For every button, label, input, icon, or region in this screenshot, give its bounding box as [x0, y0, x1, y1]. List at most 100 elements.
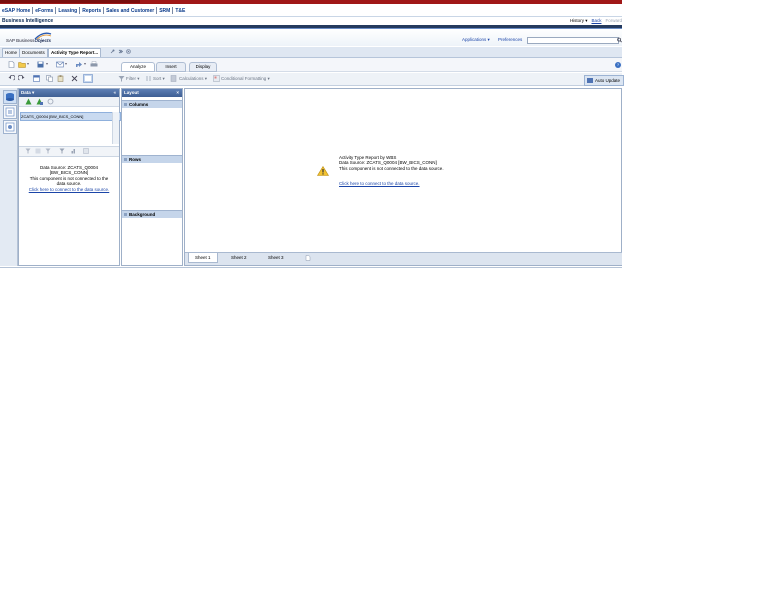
funnel-icon[interactable]: [45, 148, 51, 154]
history-bar: History ▾ Back Forward: [570, 18, 622, 24]
open-folder-icon[interactable]: [18, 61, 26, 68]
columns-section[interactable]: Columns: [122, 100, 182, 108]
undo-icon[interactable]: [8, 75, 15, 82]
sheet-tab-2[interactable]: Sheet 2: [231, 253, 247, 262]
properties-icon[interactable]: [83, 148, 89, 154]
tab-documents[interactable]: Documents: [19, 48, 48, 57]
conditional-formatting-button[interactable]: Conditional Formatting ▾: [221, 76, 270, 82]
footer-line: [0, 267, 622, 268]
close-icon[interactable]: [126, 49, 131, 54]
nav-reports[interactable]: Reports: [80, 8, 103, 14]
copy-icon[interactable]: [46, 75, 53, 82]
tab-activity-type-report[interactable]: Activity Type Report...: [48, 48, 102, 57]
add-data-source-icon[interactable]: [25, 98, 32, 105]
filter-button[interactable]: Filter ▾: [126, 76, 140, 82]
layout-panel: Layout × Columns Rows Background: [121, 88, 183, 266]
conditional-formatting-icon[interactable]: [213, 75, 220, 82]
view-mode-icon[interactable]: [83, 74, 93, 83]
properties-panel-toggle[interactable]: [3, 120, 17, 134]
delete-icon[interactable]: [71, 75, 78, 82]
nav-srm[interactable]: SRM: [157, 8, 172, 14]
auto-update-icon: [587, 78, 593, 84]
sap-businessobjects-logo: SAP BusinessObjects: [6, 38, 51, 43]
minimize-tab-icon[interactable]: [118, 49, 123, 54]
export-icon[interactable]: [75, 61, 83, 68]
save-icon[interactable]: [37, 61, 44, 68]
sheet-tab-1[interactable]: Sheet 1: [188, 253, 218, 263]
nav-leasing[interactable]: Leasing: [56, 8, 79, 14]
data-panel-title[interactable]: Data ▾: [21, 90, 34, 95]
forward-link[interactable]: Forward: [605, 18, 622, 24]
warning-icon: [317, 166, 329, 176]
chevron-down-icon[interactable]: ▾: [27, 61, 29, 66]
hierarchy-icon[interactable]: [35, 148, 41, 154]
change-data-source-icon[interactable]: [36, 98, 43, 105]
search-input[interactable]: [527, 37, 619, 44]
collapse-icon[interactable]: «: [113, 89, 116, 97]
sheet-tabs-bar: [185, 252, 622, 265]
data-source-message: Data Source: ZCATS_Q0004 [BW_BICS_CONN] …: [21, 165, 117, 192]
preferences-link[interactable]: Preferences: [498, 37, 522, 42]
analyze-toolbar: [0, 73, 622, 86]
applications-menu[interactable]: Applications ▾: [462, 37, 490, 43]
tab-analyze[interactable]: Analyze: [121, 62, 155, 72]
new-document-icon[interactable]: [8, 61, 15, 68]
data-panel-toggle[interactable]: [3, 90, 17, 104]
chart-icon[interactable]: [71, 148, 77, 154]
data-source-toolbar: [19, 146, 119, 157]
refresh-icon[interactable]: [47, 98, 54, 105]
table-layout-icon[interactable]: [33, 75, 40, 82]
layout-panel-title: Layout: [124, 90, 139, 95]
nav-te[interactable]: T&E: [173, 8, 187, 14]
properties-icon: [5, 122, 15, 132]
database-icon: [6, 93, 14, 101]
help-icon[interactable]: ?: [615, 62, 621, 68]
top-banner: [0, 0, 622, 4]
background-section[interactable]: Background: [122, 210, 182, 218]
nav-eforms[interactable]: eForms: [33, 8, 55, 14]
canvas-message: Activity Type Report by WBS Data Source:…: [339, 155, 444, 171]
report-canvas: [184, 88, 622, 266]
connect-data-source-link[interactable]: Click here to connect to the data source…: [21, 187, 117, 192]
outline-icon: [5, 107, 15, 117]
sort-icon[interactable]: [145, 75, 152, 82]
data-source-item[interactable]: ZCATS_Q0004 [BW_BICS_CONN]: [20, 112, 121, 121]
tab-insert[interactable]: Insert: [156, 62, 186, 72]
add-sheet-icon[interactable]: [305, 255, 311, 261]
auto-update-button[interactable]: Auto Update: [584, 75, 624, 86]
search-icon[interactable]: [617, 37, 622, 43]
back-link[interactable]: Back: [591, 18, 601, 24]
data-panel-header: Data ▾ «: [19, 89, 119, 97]
portal-nav-bar: eSAP Home eForms Leasing Reports Sales a…: [0, 6, 622, 15]
chevron-down-icon[interactable]: ▾: [65, 61, 67, 66]
sort-button[interactable]: Sort ▾: [153, 76, 165, 82]
chevron-down-icon[interactable]: ▾: [46, 61, 48, 66]
chevron-down-icon[interactable]: ▾: [84, 61, 86, 66]
tab-home[interactable]: Home: [2, 48, 21, 57]
nav-esap-home[interactable]: eSAP Home: [0, 8, 32, 14]
data-panel-toolbar: [19, 97, 119, 107]
nav-divider: [0, 16, 622, 17]
filter-icon[interactable]: [118, 75, 125, 82]
paste-icon[interactable]: [57, 75, 64, 82]
outline-panel-toggle[interactable]: [3, 105, 17, 119]
email-icon[interactable]: [56, 61, 64, 68]
layout-panel-header: Layout ×: [122, 89, 182, 97]
history-menu[interactable]: History ▾: [570, 18, 588, 24]
print-icon[interactable]: [90, 61, 98, 68]
calculations-button[interactable]: Calculations ▾: [179, 76, 207, 82]
rows-section[interactable]: Rows: [122, 155, 182, 163]
data-panel: Data ▾ « ZCATS_Q0004 [BW_BICS_CONN] Data…: [18, 88, 121, 266]
filter-icon[interactable]: [25, 148, 31, 154]
redo-icon[interactable]: [18, 75, 25, 82]
filter-settings-icon[interactable]: [59, 148, 65, 154]
page-title: Business Intelligence: [2, 18, 54, 24]
close-icon[interactable]: ×: [176, 89, 179, 97]
pin-icon[interactable]: [110, 49, 115, 54]
data-list-scrollbar[interactable]: [112, 112, 119, 144]
sheet-tab-3[interactable]: Sheet 3: [268, 253, 284, 262]
calculator-icon[interactable]: [170, 75, 177, 82]
canvas-connect-link[interactable]: Click here to connect to the data source…: [339, 181, 420, 186]
nav-sales-and-customer[interactable]: Sales and Customer: [104, 8, 156, 14]
tab-display[interactable]: Display: [189, 62, 217, 72]
